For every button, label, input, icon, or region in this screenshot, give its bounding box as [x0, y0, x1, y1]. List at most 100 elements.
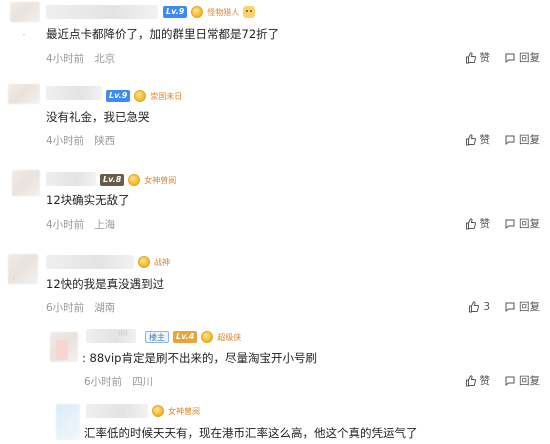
level-badge: Lv.8 — [100, 174, 125, 186]
username-suffix: IIII — [118, 329, 128, 338]
medal-label: 怪物猎人 — [207, 7, 240, 17]
user-badges: 楼主 Lv.4 超级侠 — [145, 329, 241, 345]
timestamp: 6小时前 — [46, 302, 85, 314]
comment-actions: 赞 回复 — [465, 373, 540, 388]
medal-label: 战神 — [154, 257, 170, 267]
username[interactable] — [86, 329, 136, 343]
comment-meta: 6小时前 四川 — [84, 374, 153, 389]
like-label: 赞 — [479, 134, 491, 146]
username[interactable] — [46, 255, 134, 269]
avatar[interactable] — [56, 404, 80, 440]
comment-text: : 88vip肯定是刷不出来的，尽量淘宝开小号刷 — [82, 351, 317, 365]
medal-label: 女神曾阅 — [144, 175, 177, 185]
avatar[interactable] — [8, 84, 40, 104]
comment-item: Lv.9 怪物猎人 · 最近点卡都降价了，加的群里日常都是72折了 4小时前 北京… — [0, 0, 550, 70]
username[interactable] — [46, 5, 158, 19]
comment-item: Lv.8 女神曾阅 12块确实无敌了 4小时前 上海 赞 回复 — [0, 164, 550, 244]
reply-button[interactable]: 回复 — [504, 216, 540, 231]
reply-label: 回复 — [519, 134, 540, 146]
user-badges: 战神 — [138, 254, 170, 270]
comment-text: 12块确实无敌了 — [46, 193, 130, 207]
avatar[interactable] — [10, 2, 40, 22]
medal-icon — [152, 405, 164, 417]
medal-label: 超级侠 — [217, 332, 242, 342]
avatar-frame — [56, 340, 68, 360]
level-badge: Lv.9 — [163, 6, 188, 18]
avatar[interactable] — [12, 170, 40, 196]
comment-item: · 战神 12快的我是真没遇到过 6小时前 湖南 3 回复 — [0, 250, 550, 320]
medal-icon — [138, 256, 150, 268]
reply-label: 回复 — [519, 375, 540, 387]
timestamp: 4小时前 — [46, 135, 85, 147]
location: 北京 — [94, 53, 116, 65]
timestamp: 4小时前 — [46, 219, 85, 231]
comment-meta: 4小时前 上海 — [46, 217, 115, 232]
like-button[interactable]: 赞 — [465, 132, 491, 147]
reply-button[interactable]: 回复 — [504, 132, 540, 147]
user-badges: Lv.9 崇国未日 — [106, 88, 182, 104]
comment-actions: 赞 回复 — [465, 50, 540, 65]
username[interactable] — [46, 172, 96, 186]
thumb-up-icon — [465, 374, 476, 386]
like-label: 赞 — [479, 218, 491, 230]
speech-bubble-icon — [505, 219, 515, 229]
thumb-up-icon — [465, 51, 476, 63]
reply-label: 回复 — [519, 218, 540, 230]
level-badge: Lv.4 — [173, 331, 198, 343]
like-button[interactable]: 赞 — [465, 373, 491, 388]
timestamp: 4小时前 — [46, 53, 85, 65]
like-label: 赞 — [479, 52, 491, 64]
location: 湖南 — [94, 302, 116, 314]
level-badge: Lv.9 — [106, 90, 131, 102]
medal-icon — [134, 90, 147, 102]
medal-icon — [201, 331, 214, 343]
user-badges: 女神曾阅 — [152, 403, 200, 419]
speech-bubble-icon — [505, 135, 515, 145]
reply-label: 回复 — [519, 52, 540, 64]
location: 四川 — [132, 376, 154, 388]
like-count: 3 — [483, 300, 490, 313]
medal-label: 崇国未日 — [150, 91, 183, 101]
medal-label: 女神曾阅 — [168, 406, 200, 416]
comment-actions: 赞 回复 — [465, 216, 540, 231]
like-label: 赞 — [479, 375, 491, 387]
reply-item: 女神曾阅 汇率低的时候天天有，现在港币汇率这么高，他这个真的凭运气了 — [0, 400, 550, 444]
reply-label: 回复 — [519, 301, 540, 313]
thumb-up-icon — [465, 133, 476, 145]
reply-item: IIII 楼主 Lv.4 超级侠 : 88vip肯定是刷不出来的，尽量淘宝开小号… — [0, 326, 550, 398]
comment-meta: 6小时前 湖南 — [46, 300, 115, 315]
more-icon[interactable]: · — [12, 272, 16, 286]
location: 上海 — [94, 219, 116, 231]
comment-text: 最近点卡都降价了，加的群里日常都是72折了 — [46, 27, 280, 41]
comment-actions: 赞 回复 — [465, 132, 540, 147]
reply-button[interactable]: 回复 — [504, 50, 540, 65]
user-badges: Lv.8 女神曾阅 — [100, 172, 176, 188]
speech-bubble-icon — [505, 53, 515, 63]
comment-meta: 4小时前 北京 — [46, 51, 115, 66]
timestamp: 6小时前 — [84, 376, 123, 388]
medal-icon — [128, 174, 141, 186]
thumb-up-icon — [469, 300, 480, 312]
location: 陕西 — [94, 135, 116, 147]
more-icon[interactable]: · — [22, 28, 26, 42]
comment-text: 汇率低的时候天天有，现在港币汇率这么高，他这个真的凭运气了 — [84, 426, 418, 440]
comment-text: 12快的我是真没遇到过 — [46, 277, 165, 291]
like-button[interactable]: 赞 — [465, 216, 491, 231]
user-badges: Lv.9 怪物猎人 — [163, 4, 256, 20]
author-tag: 楼主 — [145, 331, 169, 343]
reply-button[interactable]: 回复 — [504, 299, 540, 314]
medal-icon — [191, 6, 204, 18]
speech-bubble-icon — [505, 376, 515, 386]
like-button[interactable]: 3 — [468, 301, 490, 313]
username[interactable] — [46, 86, 102, 100]
speech-bubble-icon — [505, 302, 515, 312]
comment-meta: 4小时前 陕西 — [46, 133, 115, 148]
like-button[interactable]: 赞 — [465, 50, 491, 65]
comment-item: Lv.9 崇国未日 没有礼金，我已急哭 4小时前 陕西 赞 回复 — [0, 80, 550, 155]
username[interactable] — [86, 404, 148, 418]
thumb-up-icon — [465, 217, 476, 229]
reply-button[interactable]: 回复 — [504, 373, 540, 388]
comment-text: 没有礼金，我已急哭 — [46, 110, 150, 124]
comment-actions: 3 回复 — [468, 299, 540, 314]
emoji-icon — [243, 6, 256, 18]
